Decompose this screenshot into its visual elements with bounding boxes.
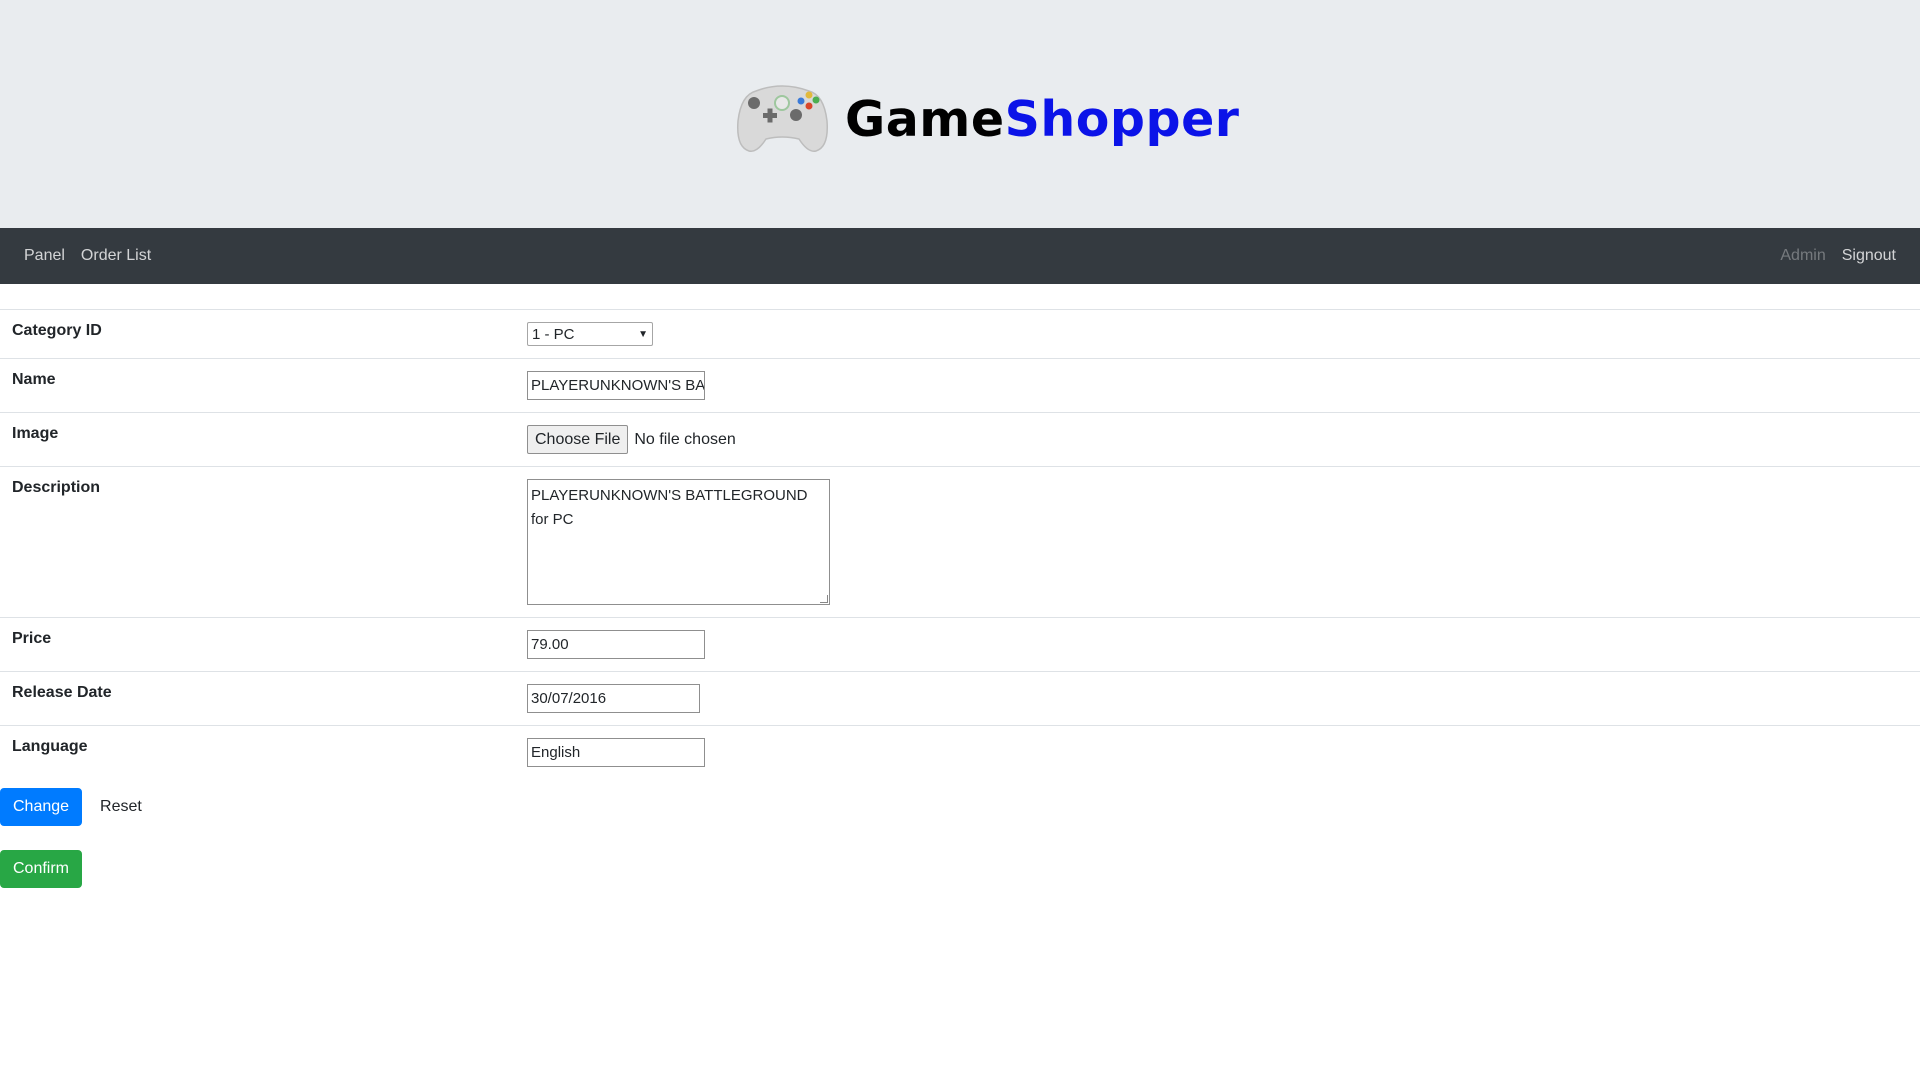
name-cell: PLAYERUNKNOWN'S BAT (515, 359, 1920, 413)
description-text: PLAYERUNKNOWN'S BATTLEGROUND for PC (531, 487, 808, 528)
form-actions: Change Reset (0, 788, 1920, 826)
nav-link-signout[interactable]: Signout (1842, 247, 1896, 265)
image-label: Image (12, 425, 59, 442)
nav-link-order-list[interactable]: Order List (81, 247, 151, 265)
category-selected-value: 1 - PC (532, 325, 575, 343)
language-cell: English (515, 726, 1920, 780)
name-input[interactable]: PLAYERUNKNOWN'S BAT (527, 371, 705, 400)
form-row-category: Category ID 1 - PC ▼ (0, 309, 1920, 359)
price-label: Price (12, 630, 52, 647)
form-row-price: Price 79.00 (0, 617, 1920, 672)
choose-file-button[interactable]: Choose File (527, 425, 629, 454)
language-input[interactable]: English (527, 738, 705, 767)
form-row-language: Language English (0, 725, 1920, 780)
brand-part-game: Game (845, 91, 1005, 148)
form-row-name: Name PLAYERUNKNOWN'S BAT (0, 358, 1920, 413)
form-row-description: Description PLAYERUNKNOWN'S BATTLEGROUND… (0, 466, 1920, 618)
nav-left-group: Panel Order List (24, 247, 151, 265)
dropdown-arrow-icon: ▼ (638, 328, 648, 340)
category-select[interactable]: 1 - PC ▼ (527, 322, 653, 346)
release-date-label: Release Date (12, 684, 112, 701)
file-status-text: No file chosen (634, 430, 736, 448)
nav-right-group: Admin Signout (1780, 247, 1896, 265)
nav-link-panel[interactable]: Panel (24, 247, 65, 265)
nav-link-admin[interactable]: Admin (1780, 247, 1825, 265)
price-cell: 79.00 (515, 618, 1920, 672)
product-form-table: Category ID 1 - PC ▼ Name PLAYERUNKNOWN'… (0, 309, 1920, 779)
resize-handle-icon[interactable] (820, 595, 828, 603)
release-date-cell: 30/07/2016 (515, 672, 1920, 726)
image-file-input: Choose File No file chosen (527, 425, 1908, 454)
name-label: Name (12, 371, 56, 388)
change-button[interactable]: Change (0, 788, 83, 826)
image-cell: Choose File No file chosen (515, 413, 1920, 467)
edit-product-form: Category ID 1 - PC ▼ Name PLAYERUNKNOWN'… (0, 309, 1920, 888)
description-label: Description (12, 479, 101, 496)
description-cell: PLAYERUNKNOWN'S BATTLEGROUND for PC (515, 467, 1920, 618)
site-logo[interactable]: GameShopper (736, 81, 1239, 158)
brand-part-shopper: Shopper (1004, 91, 1240, 148)
confirm-button[interactable]: Confirm (0, 850, 83, 888)
form-row-release-date: Release Date 30/07/2016 (0, 671, 1920, 726)
site-header: GameShopper (0, 0, 1920, 228)
main-navbar: Panel Order List Admin Signout (0, 228, 1920, 284)
category-cell: 1 - PC ▼ (515, 310, 1920, 359)
reset-button[interactable]: Reset (94, 788, 148, 826)
release-date-input[interactable]: 30/07/2016 (527, 684, 700, 713)
language-label: Language (12, 738, 88, 755)
category-label: Category ID (12, 322, 102, 339)
brand-name: GameShopper (845, 95, 1239, 144)
price-input[interactable]: 79.00 (527, 630, 705, 659)
form-row-image: Image Choose File No file chosen (0, 412, 1920, 467)
description-textarea[interactable]: PLAYERUNKNOWN'S BATTLEGROUND for PC (527, 479, 830, 605)
gamepad-icon (736, 81, 829, 158)
